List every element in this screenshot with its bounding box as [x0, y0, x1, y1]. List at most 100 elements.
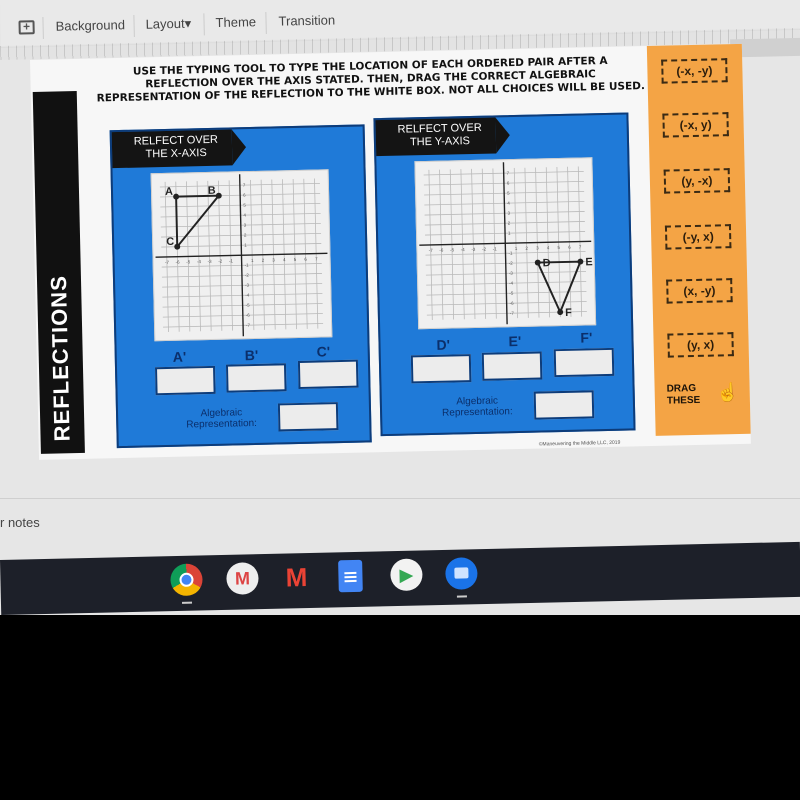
drag-label-line: DRAG: [666, 382, 697, 395]
point-label-c: C: [166, 236, 174, 248]
answer-label: F': [580, 329, 593, 346]
point-label-b: B: [208, 185, 216, 197]
x-tick-label: 4: [547, 245, 550, 250]
x-tick-label: -7: [165, 260, 170, 265]
docs-icon[interactable]: [338, 559, 363, 593]
algebraic-label-line: Representation:: [441, 406, 513, 419]
slide-canvas[interactable]: REFLECTIONS USE THE TYPING TOOL TO TYPE …: [30, 43, 751, 460]
b-prime-input[interactable]: [225, 363, 287, 393]
x-tick-label: -4: [461, 247, 466, 252]
gmail-new-icon[interactable]: M: [280, 561, 313, 594]
x-tick-label: 6: [304, 257, 307, 262]
y-tick-label: -3: [245, 283, 250, 288]
choice-neg-x-neg-y[interactable]: (-x, -y): [661, 58, 728, 84]
side-title: REFLECTIONS: [45, 274, 75, 442]
chrome-icon[interactable]: [170, 563, 203, 604]
answer-label: C': [316, 343, 331, 360]
e-prime-input[interactable]: [481, 351, 543, 381]
answer-label: B': [244, 346, 259, 364]
point-label-a: A: [165, 186, 173, 198]
notes-divider: [0, 498, 800, 499]
copyright: ©Maneuvering the Middle LLC, 2019: [538, 439, 621, 448]
pointing-hand-icon: ☝: [716, 381, 740, 403]
layout-button[interactable]: Layout▾: [145, 16, 191, 33]
side-title-bar: REFLECTIONS: [32, 90, 85, 454]
y-tick-label: -5: [246, 303, 251, 308]
bezel: [0, 615, 800, 800]
choice-neg-x-y[interactable]: (-x, y): [662, 112, 729, 138]
point-a: [173, 193, 180, 200]
d-prime-input[interactable]: [410, 354, 472, 384]
y-tick-label: -4: [245, 293, 250, 298]
choice-y-x[interactable]: (y, x): [667, 332, 734, 358]
background-button[interactable]: Background: [55, 17, 125, 34]
coordinate-plane: -7-7-6-6-5-5-4-4-3-3-2-2-1-1112233445566…: [419, 162, 593, 325]
transition-button[interactable]: Transition: [278, 12, 335, 28]
f-prime-input[interactable]: [553, 347, 615, 378]
algebraic-input-x[interactable]: [277, 402, 339, 432]
y-tick-label: -2: [509, 261, 514, 266]
y-tick-label: -7: [246, 323, 251, 328]
triangle: [175, 194, 221, 250]
gmail-icon[interactable]: M: [226, 562, 259, 595]
x-tick-label: -2: [482, 247, 487, 252]
x-tick-label: -6: [176, 260, 181, 265]
x-tick-label: 6: [568, 245, 571, 250]
x-tick-label: 3: [272, 257, 275, 262]
drag-choices-column: (-x, -y) (-x, y) (y, -x) (-y, x) (x, -y)…: [646, 43, 751, 436]
choice-y-neg-x[interactable]: (y, -x): [663, 168, 731, 194]
x-tick-label: -3: [208, 259, 213, 264]
toolbar-divider: [203, 13, 205, 36]
play-store-icon[interactable]: ▶: [390, 558, 423, 592]
x-tick-label: -3: [471, 247, 476, 252]
x-tick-label: 7: [579, 244, 582, 249]
point-label-e: E: [585, 256, 593, 268]
drag-these-label: DRAG THESE: [667, 383, 701, 408]
x-tick-label: 7: [315, 256, 318, 261]
choice-neg-y-x[interactable]: (-y, x): [664, 224, 732, 250]
c-prime-input[interactable]: [297, 359, 359, 389]
y-tick-label: -7: [510, 311, 515, 316]
x-tick-label: -1: [493, 246, 498, 251]
x-tick-label: 5: [557, 245, 560, 250]
algebraic-input-y[interactable]: [533, 390, 595, 420]
coordinate-plane: -7-7-6-6-5-5-4-4-3-3-2-2-1-1112233445566…: [155, 174, 328, 337]
theme-button[interactable]: Theme: [215, 14, 256, 30]
panel-tag: RELFECT OVER THE X-AXIS: [111, 129, 233, 169]
chromeos-shelf: M M ▶: [0, 541, 800, 615]
panel-y-axis: RELFECT OVER THE Y-AXIS -7 -7 -6 -6 -5 -5 -4 -4…: [373, 112, 636, 437]
y-tick-label: -2: [245, 273, 250, 278]
files-icon[interactable]: [445, 557, 478, 598]
tag-line: RELFECT OVER: [133, 133, 219, 148]
point-f: [557, 309, 564, 316]
tag-line: THE X-AXIS: [145, 147, 207, 161]
chevron-down-icon: ▾: [184, 15, 192, 31]
x-tick-label: -6: [439, 248, 444, 253]
x-tick-label: 2: [525, 246, 528, 251]
algebraic-label: Algebraic Representation:: [441, 395, 513, 419]
y-tick-label: -6: [510, 301, 515, 306]
answer-label: D': [436, 336, 451, 353]
a-prime-input[interactable]: [155, 365, 216, 396]
x-tick-label: 2: [262, 258, 265, 263]
x-tick-label: -4: [197, 259, 202, 264]
y-tick-label: -3: [509, 271, 514, 276]
algebraic-label: Algebraic Representation:: [186, 407, 257, 430]
answer-label: E': [508, 332, 522, 350]
point-label-d: D: [543, 257, 551, 269]
x-tick-label: -1: [229, 258, 234, 263]
toolbar-divider: [265, 11, 267, 34]
speaker-notes[interactable]: r notes: [0, 515, 40, 530]
x-tick-label: 3: [536, 245, 539, 250]
layout-label: Layout: [145, 15, 185, 32]
choice-x-neg-y[interactable]: (x, -y): [666, 278, 733, 304]
x-tick-label: -5: [186, 259, 191, 264]
x-tick-label: -2: [218, 259, 223, 264]
point-e: [577, 258, 584, 265]
answer-label: A': [172, 348, 187, 365]
panel-tag: RELFECT OVER THE Y-AXIS: [375, 117, 497, 157]
toolbar-divider: [133, 14, 135, 37]
instructions: USE THE TYPING TOOL TO TYPE THE LOCATION…: [90, 54, 651, 106]
add-comment-icon[interactable]: +: [18, 19, 35, 35]
x-tick-label: 5: [294, 257, 297, 262]
